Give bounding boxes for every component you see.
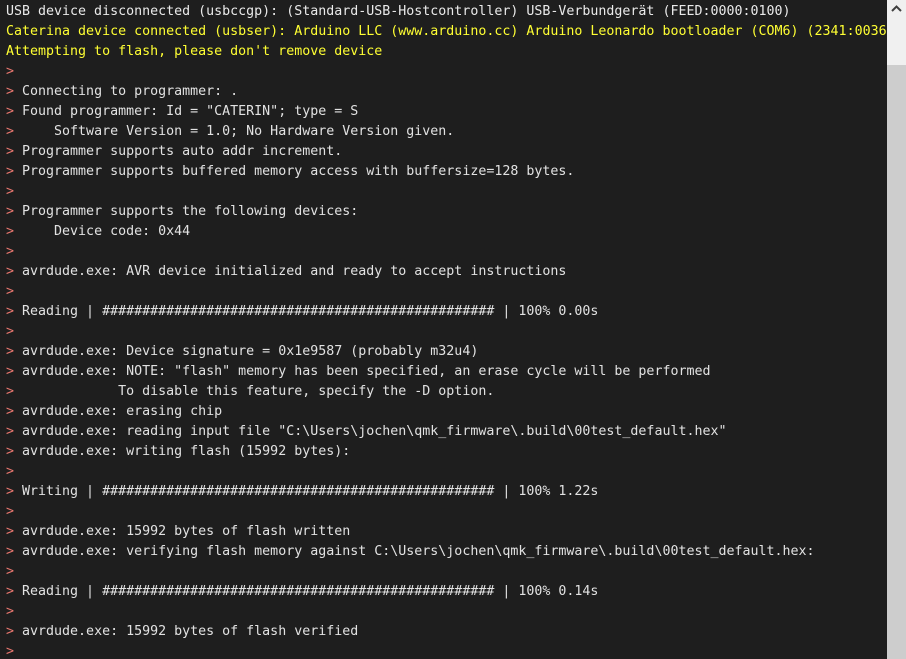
prompt-symbol: > [6,564,23,579]
prompt-symbol: > [6,584,23,599]
scrollbar-track[interactable] [887,65,906,659]
prompt-symbol: > [6,304,23,319]
console-line: > Writing | ############################… [6,482,886,502]
prompt-symbol: > [6,484,23,499]
prompt-symbol: > [6,64,23,79]
console-line: > Programmer supports buffered memory ac… [6,162,886,182]
console-line: Caterina device connected (usbser): Ardu… [6,22,886,42]
prompt-symbol: > [6,144,23,159]
prompt-symbol: > [6,104,23,119]
prompt-symbol: > [6,404,23,419]
console-line-text: Reading | ##############################… [22,304,599,319]
prompt-symbol: > [6,464,23,479]
prompt-symbol: > [6,124,23,139]
console-window: USB device disconnected (usbccgp): (Stan… [0,0,906,659]
console-line-text: Programmer supports auto addr increment. [22,144,343,159]
prompt-symbol: > [6,284,23,299]
prompt-symbol: > [6,344,23,359]
prompt-symbol: > [6,624,23,639]
console-line-text: To disable this feature, specify the -D … [22,384,495,399]
prompt-symbol: > [6,604,23,619]
prompt-symbol: > [6,384,23,399]
console-line-text: Writing | ##############################… [22,484,599,499]
console-line-text: avrdude.exe: verifying flash memory agai… [22,544,815,559]
prompt-symbol: > [6,444,23,459]
console-line-text: avrdude.exe: writing flash (15992 bytes)… [22,444,351,459]
prompt-symbol: > [6,364,23,379]
console-line: > Programmer supports auto addr incremen… [6,142,886,162]
chevron-up-icon [891,4,902,13]
console-line: > [6,602,886,622]
console-line: > Reading | ############################… [6,302,886,322]
console-line: > [6,502,886,522]
console-line: > [6,62,886,82]
console-line: > avrdude.exe: AVR device initialized an… [6,262,886,282]
console-line: > [6,182,886,202]
prompt-symbol: > [6,184,23,199]
prompt-symbol: > [6,204,23,219]
console-line-text: avrdude.exe: 15992 bytes of flash writte… [22,524,351,539]
prompt-symbol: > [6,264,23,279]
console-line-text: Software Version = 1.0; No Hardware Vers… [22,124,455,139]
scrollbar-thumb[interactable] [887,17,906,65]
prompt-symbol: > [6,164,23,179]
prompt-symbol: > [6,424,23,439]
console-line-text: avrdude.exe: AVR device initialized and … [22,264,567,279]
prompt-symbol: > [6,244,23,259]
console-line-text: USB device disconnected (usbccgp): (Stan… [6,4,791,19]
console-line-text: avrdude.exe: Device signature = 0x1e9587… [22,344,479,359]
console-line: > avrdude.exe: 15992 bytes of flash writ… [6,522,886,542]
console-line: > Device code: 0x44 [6,222,886,242]
console-line-text: Reading | ##############################… [22,584,599,599]
console-line-text: avrdude.exe: 15992 bytes of flash verifi… [22,624,359,639]
console-line-text: avrdude.exe: erasing chip [22,404,223,419]
console-line: > Programmer supports the following devi… [6,202,886,222]
console-line: > avrdude.exe: erasing chip [6,402,886,422]
console-line: > Found programmer: Id = "CATERIN"; type… [6,102,886,122]
console-line-text: Device code: 0x44 [22,224,191,239]
console-line: > [6,642,886,659]
console-line-text: avrdude.exe: reading input file "C:\User… [22,424,727,439]
console-line: > avrdude.exe: reading input file "C:\Us… [6,422,886,442]
console-line: > To disable this feature, specify the -… [6,382,886,402]
console-line: > avrdude.exe: writing flash (15992 byte… [6,442,886,462]
prompt-symbol: > [6,224,23,239]
vertical-scrollbar[interactable] [886,0,906,659]
console-line: > Connecting to programmer: . [6,82,886,102]
prompt-symbol: > [6,84,23,99]
prompt-symbol: > [6,524,23,539]
console-line-text: Found programmer: Id = "CATERIN"; type =… [22,104,359,119]
console-line: > Software Version = 1.0; No Hardware Ve… [6,122,886,142]
prompt-symbol: > [6,544,23,559]
console-line: > avrdude.exe: NOTE: "flash" memory has … [6,362,886,382]
console-line: > [6,462,886,482]
console-line: Attempting to flash, please don't remove… [6,42,886,62]
console-output-log[interactable]: USB device disconnected (usbccgp): (Stan… [0,0,886,659]
console-line-text: Programmer supports the following device… [22,204,359,219]
console-line-text: Caterina device connected (usbser): Ardu… [6,24,886,39]
scroll-up-button[interactable] [887,0,906,17]
prompt-symbol: > [6,644,23,659]
console-line-text: Attempting to flash, please don't remove… [6,44,383,59]
console-line: > avrdude.exe: verifying flash memory ag… [6,542,886,562]
console-line: > [6,242,886,262]
prompt-symbol: > [6,504,23,519]
console-line: > avrdude.exe: Device signature = 0x1e95… [6,342,886,362]
console-line: > [6,282,886,302]
console-line: > Reading | ############################… [6,582,886,602]
console-line: > avrdude.exe: 15992 bytes of flash veri… [6,622,886,642]
console-line: > [6,562,886,582]
console-line: USB device disconnected (usbccgp): (Stan… [6,2,886,22]
console-line-text: avrdude.exe: NOTE: "flash" memory has be… [22,364,711,379]
console-line-text: Programmer supports buffered memory acce… [22,164,575,179]
console-line: > [6,322,886,342]
console-line-text: Connecting to programmer: . [22,84,239,99]
prompt-symbol: > [6,324,23,339]
